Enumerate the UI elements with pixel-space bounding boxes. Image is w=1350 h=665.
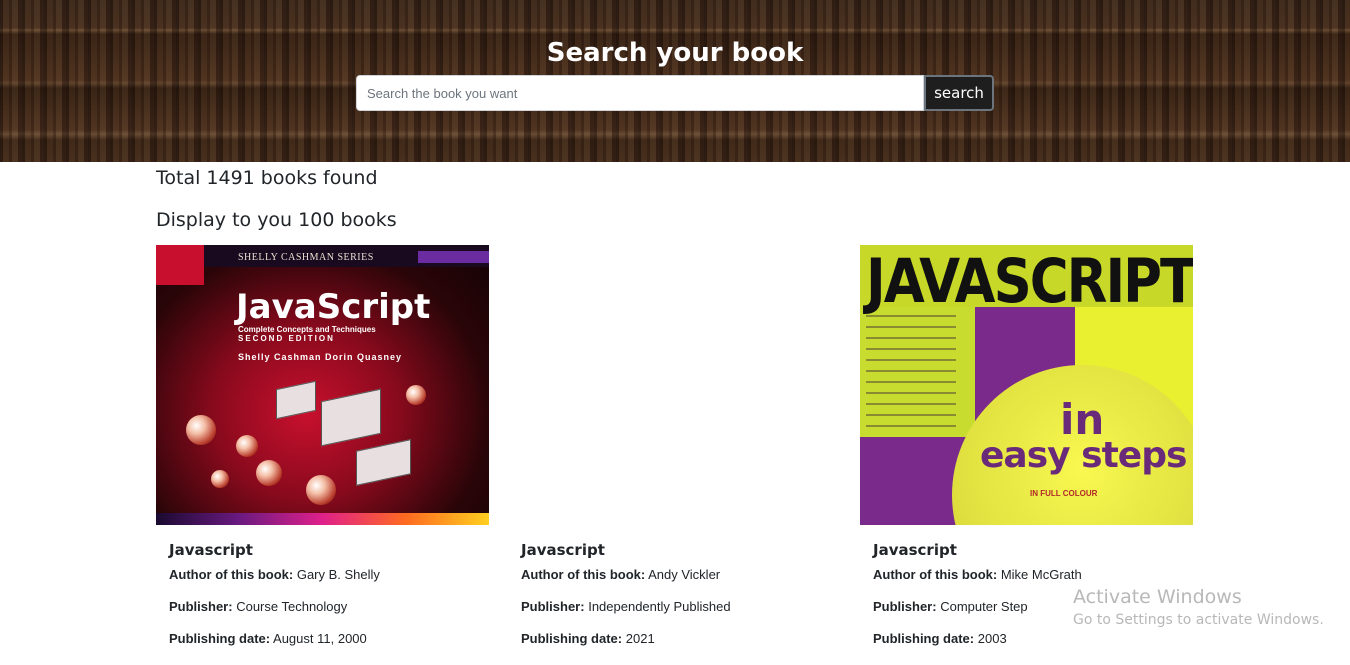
date-label: Publishing date: xyxy=(169,631,271,646)
cover-tag xyxy=(418,251,489,263)
watermark-title: Activate Windows xyxy=(1073,586,1242,608)
date-value: August 11, 2000 xyxy=(273,631,367,646)
cover-graphic xyxy=(321,388,381,447)
book-publisher: Publisher: Course Technology xyxy=(169,600,496,614)
cover-full-colour: IN FULL COLOUR xyxy=(1030,489,1098,498)
book-title[interactable]: Javascript xyxy=(521,541,848,559)
publisher-label: Publisher: xyxy=(521,599,585,614)
book-author: Author of this book: Andy Vickler xyxy=(521,568,848,582)
book-date: Publishing date: 2021 xyxy=(521,632,848,646)
cover-graphic xyxy=(276,380,316,420)
book-date: Publishing date: August 11, 2000 xyxy=(169,632,496,646)
watermark-subtitle: Go to Settings to activate Windows. xyxy=(1073,612,1324,628)
display-books-count: Display to you 100 books xyxy=(156,209,397,231)
header-banner: Search your book search xyxy=(0,0,1350,162)
cover-text-lines xyxy=(866,315,966,436)
search-input[interactable] xyxy=(356,75,924,111)
book-card[interactable]: Javascript Author of this book: Andy Vic… xyxy=(508,245,848,646)
cover-graphic xyxy=(256,460,282,486)
cover-easy-steps: easy steps xyxy=(980,435,1187,476)
publisher-value: Course Technology xyxy=(236,599,348,614)
book-details: Javascript Author of this book: Andy Vic… xyxy=(508,541,848,646)
book-cover-image[interactable]: SHELLY CASHMAN SERIES JavaScript Complet… xyxy=(156,245,489,525)
cover-title: JavaScript xyxy=(236,287,431,327)
cover-graphic xyxy=(356,439,411,486)
cover-graphic xyxy=(186,415,216,445)
author-label: Author of this book: xyxy=(169,567,294,582)
cover-subtitle-text: Complete Concepts and Techniques xyxy=(238,325,376,334)
book-card[interactable]: SHELLY CASHMAN SERIES JavaScript Complet… xyxy=(156,245,496,646)
publisher-label: Publisher: xyxy=(873,599,937,614)
book-title[interactable]: Javascript xyxy=(873,541,1200,559)
date-value: 2003 xyxy=(977,631,1007,646)
search-bar: search xyxy=(356,75,994,111)
cover-authors: Shelly Cashman Dorin Quasney xyxy=(238,352,403,362)
book-details: Javascript Author of this book: Gary B. … xyxy=(156,541,496,646)
cover-publisher-logo xyxy=(156,245,204,285)
date-label: Publishing date: xyxy=(521,631,623,646)
cover-graphic xyxy=(236,435,258,457)
date-value: 2021 xyxy=(625,631,655,646)
author-label: Author of this book: xyxy=(873,567,998,582)
page-title: Search your book xyxy=(546,38,804,68)
book-publisher: Publisher: Independently Published xyxy=(521,600,848,614)
author-label: Author of this book: xyxy=(521,567,646,582)
cover-subtitle: Complete Concepts and Techniques SECOND … xyxy=(238,325,376,343)
book-author: Author of this book: Gary B. Shelly xyxy=(169,568,496,582)
cover-title: JAVASCRIPT xyxy=(866,247,1193,318)
cover-bottom-stripe xyxy=(156,513,489,525)
cover-graphic xyxy=(211,470,229,488)
book-title[interactable]: Javascript xyxy=(169,541,496,559)
cover-graphic xyxy=(406,385,426,405)
publisher-value: Computer Step xyxy=(940,599,1028,614)
total-books-count: Total 1491 books found xyxy=(156,167,378,189)
book-author: Author of this book: Mike McGrath xyxy=(873,568,1200,582)
cover-edition: SECOND EDITION xyxy=(238,334,335,343)
author-value: Mike McGrath xyxy=(1000,567,1082,582)
author-value: Andy Vickler xyxy=(648,567,721,582)
publisher-value: Independently Published xyxy=(588,599,731,614)
publisher-label: Publisher: xyxy=(169,599,233,614)
cover-series: SHELLY CASHMAN SERIES xyxy=(238,252,374,263)
date-label: Publishing date: xyxy=(873,631,975,646)
book-cover-image[interactable]: JAVASCRIPT in easy steps IN FULL COLOUR xyxy=(860,245,1193,525)
author-value: Gary B. Shelly xyxy=(296,567,380,582)
search-button[interactable]: search xyxy=(924,75,994,111)
cover-graphic xyxy=(306,475,336,505)
activate-windows-watermark: Activate Windows Go to Settings to activ… xyxy=(1073,586,1324,628)
book-cover-image-missing[interactable] xyxy=(508,245,841,525)
book-date: Publishing date: 2003 xyxy=(873,632,1200,646)
